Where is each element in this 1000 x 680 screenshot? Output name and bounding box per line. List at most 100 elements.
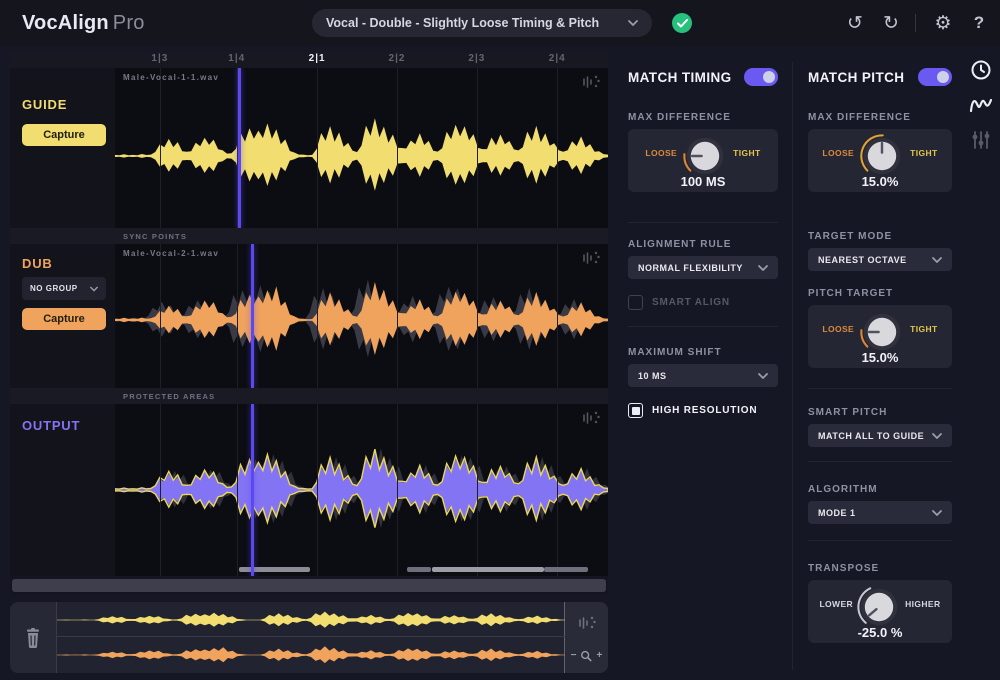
transpose-label: TRANSPOSE xyxy=(808,563,880,574)
settings-panel: MATCH TIMING MAX DIFFERENCE LOOSE TIGHT … xyxy=(620,52,968,680)
view-tabs xyxy=(962,58,1000,152)
ruler-gutter xyxy=(10,52,115,68)
output-track-header: OUTPUT xyxy=(10,404,115,576)
pitch-target-value: 15.0% xyxy=(861,350,899,365)
alignment-rule-value: NORMAL FLEXIBILITY xyxy=(638,262,743,273)
divider xyxy=(628,222,778,223)
higher-label: HIGHER xyxy=(905,599,941,609)
pitch-target-knob[interactable] xyxy=(859,309,905,355)
gear-icon: ⚙ xyxy=(934,12,952,34)
chevron-down-icon xyxy=(758,264,768,271)
analysis-sparkle-icon[interactable] xyxy=(577,615,597,631)
dub-track-header: DUB NO GROUP Capture xyxy=(10,244,115,388)
overview-guide-strip[interactable] xyxy=(57,603,565,637)
trash-icon xyxy=(27,627,39,648)
alignment-rule-dropdown[interactable]: NORMAL FLEXIBILITY xyxy=(628,256,778,279)
zoom-out-button[interactable]: − xyxy=(571,651,577,661)
pitch-view-tab[interactable] xyxy=(969,93,993,117)
divider xyxy=(628,326,778,327)
divider xyxy=(808,388,952,389)
ruler-tick: 2|4 xyxy=(548,53,566,64)
guide-capture-button[interactable]: Capture xyxy=(22,124,106,146)
algorithm-label: ALGORITHM xyxy=(808,484,878,495)
smart-pitch-dropdown[interactable]: MATCH ALL TO GUIDE xyxy=(808,424,952,447)
settings-button[interactable]: ⚙ xyxy=(928,0,958,46)
timing-max-difference-knob[interactable] xyxy=(682,133,728,179)
tight-label: TIGHT xyxy=(733,148,761,158)
loose-label: LOOSE xyxy=(645,148,678,158)
guide-file-label: Male-Vocal-1-1.wav xyxy=(123,73,220,82)
smart-align-checkbox[interactable]: SMART ALIGN xyxy=(628,295,778,310)
overview-waveforms[interactable] xyxy=(57,602,565,673)
transpose-knob[interactable] xyxy=(856,584,902,630)
playhead[interactable] xyxy=(251,244,255,388)
transpose-panel: LOWER HIGHER -25.0 % xyxy=(808,580,952,643)
overview-dub-strip[interactable] xyxy=(57,638,565,672)
beat-gridline xyxy=(476,244,478,388)
overview-tools: − + xyxy=(565,602,608,673)
ruler-ticks: 1|3 1|4 2|1 2|2 2|3 2|4 xyxy=(115,52,608,68)
panel-divider xyxy=(792,62,793,670)
loose-label: LOOSE xyxy=(822,148,855,158)
analysis-sparkle-icon[interactable] xyxy=(581,410,601,426)
chevron-down-icon xyxy=(932,509,942,516)
help-icon: ? xyxy=(973,13,985,32)
smart-align-label: SMART ALIGN xyxy=(652,297,730,308)
preset-dropdown[interactable]: Vocal - Double - Slightly Loose Timing &… xyxy=(312,9,652,37)
chevron-down-icon xyxy=(628,20,638,26)
processed-segment xyxy=(239,567,311,572)
settings-view-tab[interactable] xyxy=(969,128,993,152)
scrollbar-thumb[interactable] xyxy=(12,579,606,592)
zoom-control: − + xyxy=(571,650,603,662)
analysis-sparkle-icon[interactable] xyxy=(581,250,601,266)
help-button[interactable]: ? xyxy=(964,0,994,46)
target-mode-dropdown[interactable]: NEAREST OCTAVE xyxy=(808,248,952,271)
pitch-max-difference-knob[interactable] xyxy=(859,133,905,179)
chevron-down-icon xyxy=(932,432,942,439)
algorithm-dropdown[interactable]: MODE 1 xyxy=(808,501,952,524)
clear-audio-button[interactable] xyxy=(10,602,57,673)
chevron-down-icon xyxy=(90,286,98,291)
beat-gridline xyxy=(317,68,319,228)
beat-gridline xyxy=(159,244,161,388)
beat-gridline xyxy=(476,404,478,576)
beat-gridline xyxy=(317,244,319,388)
beat-gridline xyxy=(159,68,161,228)
dub-waveform[interactable]: Male-Vocal-2-1.wav xyxy=(115,244,608,388)
dub-group-dropdown[interactable]: NO GROUP xyxy=(22,277,106,300)
pitch-target-label: PITCH TARGET xyxy=(808,288,894,299)
undo-button[interactable]: ↺ xyxy=(840,0,870,46)
zoom-in-button[interactable]: + xyxy=(597,651,603,661)
match-timing-toggle[interactable] xyxy=(744,68,778,86)
timing-max-difference-panel: LOOSE TIGHT 100 MS xyxy=(628,129,778,192)
playhead[interactable] xyxy=(251,404,255,576)
target-mode-label: TARGET MODE xyxy=(808,231,893,242)
guide-waveform[interactable]: Male-Vocal-1-1.wav xyxy=(115,68,608,228)
timeline-ruler[interactable]: 1|3 1|4 2|1 2|2 2|3 2|4 xyxy=(10,52,608,68)
processed-segment xyxy=(543,567,589,572)
high-resolution-label: HIGH RESOLUTION xyxy=(652,405,758,416)
dub-file-label: Male-Vocal-2-1.wav xyxy=(123,249,220,258)
guide-track: GUIDE Capture Male-Vocal-1-1.wav xyxy=(10,68,608,228)
tight-label: TIGHT xyxy=(910,324,938,334)
beat-gridline xyxy=(236,244,238,388)
beat-gridline xyxy=(557,68,559,228)
analysis-sparkle-icon[interactable] xyxy=(581,74,601,90)
maximum-shift-label: MAXIMUM SHIFT xyxy=(628,347,722,358)
protected-areas-bar: PROTECTED AREAS xyxy=(10,388,608,404)
redo-button[interactable]: ↻ xyxy=(876,0,906,46)
playhead[interactable] xyxy=(237,68,241,228)
match-pitch-toggle[interactable] xyxy=(918,68,952,86)
max-difference-label: MAX DIFFERENCE xyxy=(808,112,911,123)
output-waveform[interactable] xyxy=(115,404,608,576)
dub-capture-button[interactable]: Capture xyxy=(22,308,106,330)
match-pitch-column: MATCH PITCH MAX DIFFERENCE LOOSE TIGHT 1… xyxy=(808,52,952,680)
guide-track-label: GUIDE xyxy=(22,97,68,112)
chevron-down-icon xyxy=(932,256,942,263)
maximum-shift-dropdown[interactable]: 10 MS xyxy=(628,364,778,387)
timing-view-tab[interactable] xyxy=(969,58,993,82)
chevron-down-icon xyxy=(758,372,768,379)
high-resolution-checkbox[interactable]: HIGH RESOLUTION xyxy=(628,403,778,418)
sliders-icon xyxy=(972,131,990,149)
brand-suffix: Pro xyxy=(112,11,145,34)
